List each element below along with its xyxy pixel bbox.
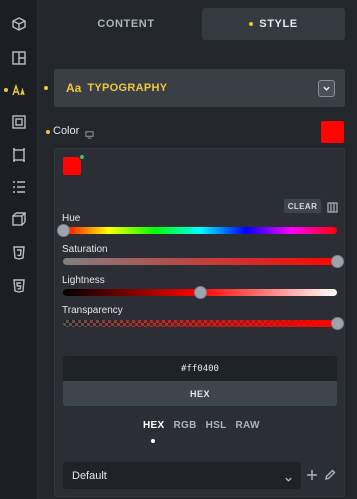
transform-icon[interactable] — [0, 207, 38, 231]
typography-section-header[interactable]: Aa TYPOGRAPHY — [44, 69, 345, 107]
tab-style[interactable]: STYLE — [202, 8, 345, 40]
active-dot — [249, 22, 254, 26]
editor-sidebar — [0, 0, 38, 499]
lightness-slider[interactable] — [63, 286, 337, 299]
active-indicator — [4, 88, 8, 92]
preset-value: Default — [72, 469, 107, 482]
saturation-label: Saturation — [62, 244, 108, 255]
border-icon[interactable] — [0, 143, 38, 167]
mode-tab-hex[interactable]: HEX — [143, 420, 164, 434]
mode-tab-hsl[interactable]: HSL — [206, 420, 227, 434]
color-control: Color — [38, 121, 357, 143]
mode-tab-rgb[interactable]: RGB — [173, 420, 196, 434]
tab-content-label: CONTENT — [97, 18, 155, 30]
lightness-thumb[interactable] — [194, 286, 207, 299]
tab-content[interactable]: CONTENT — [56, 8, 196, 40]
hue-slider[interactable] — [57, 224, 337, 237]
active-mode-indicator — [151, 439, 155, 443]
layout-icon[interactable] — [0, 46, 38, 70]
saturation-slider[interactable] — [63, 255, 344, 268]
color-mode-tabs: HEX RGB HSL RAW — [143, 420, 260, 434]
modified-indicator — [46, 130, 50, 134]
current-color-preview — [63, 157, 81, 175]
edit-icon[interactable] — [324, 468, 336, 480]
global-color-indicator — [79, 154, 85, 160]
transparency-slider[interactable] — [63, 317, 344, 330]
mode-tab-raw[interactable]: RAW — [236, 420, 260, 434]
collapse-button[interactable] — [318, 80, 335, 97]
color-label: Color — [53, 125, 80, 137]
cube-icon[interactable] — [0, 12, 38, 36]
chevron-down-icon — [323, 86, 330, 91]
spacing-icon[interactable] — [0, 110, 38, 134]
panel-tabs: CONTENT STYLE — [38, 0, 357, 48]
typography-icon[interactable] — [0, 78, 38, 102]
lightness-label: Lightness — [62, 275, 105, 286]
color-picker-popup: CLEAR Hue Saturation Lightness Transpare… — [54, 148, 345, 497]
hue-thumb[interactable] — [57, 224, 70, 237]
clear-button[interactable]: CLEAR — [284, 199, 321, 213]
color-preset-select[interactable]: Default — [63, 462, 301, 489]
typography-icon: Aa — [66, 81, 82, 95]
color-swatch[interactable] — [321, 121, 344, 143]
saturation-thumb[interactable] — [331, 255, 344, 268]
tab-style-label: STYLE — [259, 18, 298, 30]
style-panel: CONTENT STYLE Aa TYPOGRAPHY Color CLEAR … — [38, 0, 357, 499]
transparency-thumb[interactable] — [331, 317, 344, 330]
css3-icon[interactable] — [0, 241, 38, 265]
modified-indicator — [44, 86, 48, 90]
responsive-device-icon[interactable] — [85, 126, 94, 139]
section-title: TYPOGRAPHY — [87, 82, 168, 94]
transparency-label: Transparency — [62, 305, 123, 316]
effects-icon[interactable] — [0, 175, 38, 199]
add-icon[interactable] — [306, 468, 318, 480]
palette-grid-icon[interactable] — [327, 200, 338, 213]
hex-input-caption: HEX — [63, 381, 337, 406]
html5-icon[interactable] — [0, 274, 38, 298]
hex-input[interactable]: #ff0400 — [63, 356, 337, 381]
chevron-down-icon — [284, 471, 293, 482]
hue-label: Hue — [62, 213, 81, 224]
